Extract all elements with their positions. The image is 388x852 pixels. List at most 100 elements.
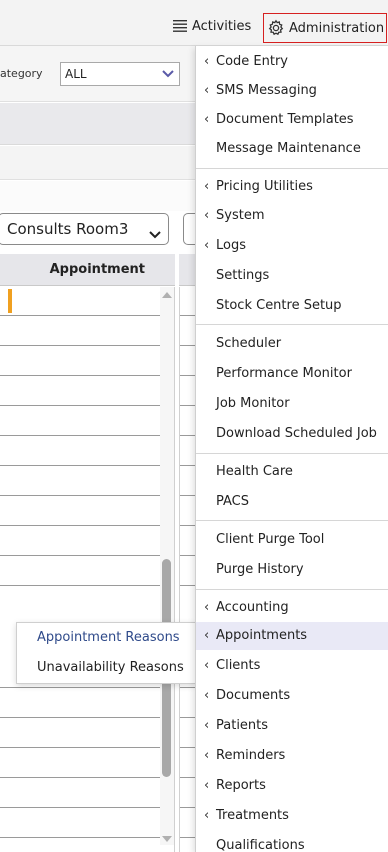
submenu-item-appointment-reasons[interactable]: Appointment Reasons <box>37 630 180 645</box>
gear-icon <box>268 19 284 36</box>
menu-item-qualifications[interactable]: Qualifications <box>196 832 388 852</box>
administration-button[interactable]: Administration <box>263 13 387 43</box>
chevron-left-icon: ‹ <box>204 83 210 98</box>
menu-item-label: Purge History <box>216 562 304 577</box>
menu-item-documents[interactable]: ‹ Documents <box>196 682 388 710</box>
menu-item-sms-messaging[interactable]: ‹ SMS Messaging <box>196 77 388 105</box>
chevron-left-icon: ‹ <box>204 208 210 223</box>
submenu-item-unavailability-reasons[interactable]: Unavailability Reasons <box>37 660 184 675</box>
menu-item-download-scheduled-job[interactable]: Download Scheduled Job <box>196 420 388 448</box>
menu-separator <box>196 324 388 325</box>
grid-row-line <box>0 345 160 346</box>
menu-item-label: Appointments <box>216 628 308 643</box>
grid-row-line <box>180 777 196 778</box>
menu-item-accounting[interactable]: ‹ Accounting <box>196 594 388 622</box>
room-select-value: Consults Room3 <box>7 220 129 238</box>
grid-row-line <box>180 465 196 466</box>
chevron-left-icon: ‹ <box>204 628 210 643</box>
menu-item-label: Code Entry <box>216 54 289 69</box>
menu-item-job-monitor[interactable]: Job Monitor <box>196 390 388 418</box>
menu-separator <box>196 168 388 169</box>
grid-vertical-scrollbar[interactable] <box>160 287 174 845</box>
menu-item-label: Scheduler <box>216 336 282 351</box>
menu-item-label: Pricing Utilities <box>216 179 313 194</box>
grid-row-line <box>180 807 196 808</box>
filter-row: ategory ALL <box>0 46 196 102</box>
menu-item-pacs[interactable]: PACS <box>196 488 388 516</box>
menu-item-performance-monitor[interactable]: Performance Monitor <box>196 360 388 388</box>
menu-item-scheduler[interactable]: Scheduler <box>196 330 388 358</box>
grid-row-line <box>180 375 196 376</box>
grid-row-line <box>180 345 196 346</box>
menu-item-pricing-utilities[interactable]: ‹ Pricing Utilities <box>196 173 388 201</box>
menu-item-label: Reports <box>216 778 266 793</box>
menu-item-reports[interactable]: ‹ Reports <box>196 772 388 800</box>
menu-item-patients[interactable]: ‹ Patients <box>196 712 388 740</box>
grid-row-line <box>180 405 196 406</box>
menu-item-label: Qualifications <box>216 838 305 852</box>
menu-item-code-entry[interactable]: ‹ Code Entry <box>196 48 388 76</box>
activities-label: Activities <box>192 18 252 34</box>
chevron-left-icon: ‹ <box>204 688 210 703</box>
menu-item-label: Patients <box>216 718 269 733</box>
appointment-column-header[interactable]: Appointment <box>0 254 175 286</box>
grid-row-line <box>0 375 160 376</box>
menu-item-document-templates[interactable]: ‹ Document Templates <box>196 106 388 134</box>
menu-item-label: Stock Centre Setup <box>216 298 342 313</box>
chevron-down-icon <box>158 64 178 84</box>
grid-row-line <box>180 837 196 838</box>
grid-row-line <box>180 687 196 688</box>
scroll-down-arrow-icon[interactable] <box>162 835 172 843</box>
menu-separator <box>196 520 388 521</box>
chevron-left-icon: ‹ <box>204 778 210 793</box>
chevron-left-icon: ‹ <box>204 179 210 194</box>
grid-row-line <box>0 315 160 316</box>
administration-label: Administration <box>289 20 385 36</box>
category-select[interactable]: ALL <box>60 62 180 86</box>
spacer-band <box>0 181 196 211</box>
menu-separator <box>196 453 388 454</box>
chevron-down-icon <box>148 221 162 251</box>
selected-row-marker <box>8 289 12 313</box>
room-select[interactable]: Consults Room3 <box>0 213 169 245</box>
menu-item-label: Performance Monitor <box>216 366 352 381</box>
menu-item-purge-history[interactable]: Purge History <box>196 556 388 584</box>
scroll-up-arrow-icon[interactable] <box>162 291 172 299</box>
grid-row-line <box>180 315 196 316</box>
menu-item-settings[interactable]: Settings <box>196 262 388 290</box>
menu-item-health-care[interactable]: Health Care <box>196 458 388 486</box>
grid-row-line <box>180 717 196 718</box>
menu-item-label: System <box>216 208 265 223</box>
activities-button[interactable]: Activities <box>172 16 251 36</box>
menu-item-message-maintenance[interactable]: Message Maintenance <box>196 135 388 163</box>
menu-item-appointments[interactable]: ‹ Appointments <box>196 622 388 650</box>
menu-item-label: PACS <box>216 494 250 509</box>
grid-row-line <box>0 747 160 748</box>
grid-row-line <box>0 777 160 778</box>
menu-item-reminders[interactable]: ‹ Reminders <box>196 742 388 770</box>
grid-row-line <box>0 525 160 526</box>
grid-row-line <box>180 525 196 526</box>
grid-row-line <box>0 807 160 808</box>
grid-row-line <box>180 747 196 748</box>
menu-item-clients[interactable]: ‹ Clients <box>196 652 388 680</box>
menu-item-stock-centre-setup[interactable]: Stock Centre Setup <box>196 292 388 320</box>
menu-item-client-purge-tool[interactable]: Client Purge Tool <box>196 526 388 554</box>
grid-row-line <box>0 837 160 838</box>
menu-item-label: Treatments <box>216 808 289 823</box>
grid-row-line <box>0 717 160 718</box>
menu-item-label: Clients <box>216 658 261 673</box>
category-label: ategory <box>0 67 43 80</box>
menu-item-logs[interactable]: ‹ Logs <box>196 232 388 260</box>
chevron-left-icon: ‹ <box>204 748 210 763</box>
menu-item-label: Download Scheduled Job <box>216 426 377 441</box>
chevron-left-icon: ‹ <box>204 658 210 673</box>
chevron-left-icon: ‹ <box>204 54 210 69</box>
appointment-grid[interactable] <box>0 287 175 852</box>
menu-item-label: SMS Messaging <box>216 83 317 98</box>
grid-row-line <box>180 555 196 556</box>
menu-item-treatments[interactable]: ‹ Treatments <box>196 802 388 830</box>
chevron-left-icon: ‹ <box>204 112 210 127</box>
menu-item-label: Logs <box>216 238 246 253</box>
menu-item-system[interactable]: ‹ System <box>196 202 388 230</box>
